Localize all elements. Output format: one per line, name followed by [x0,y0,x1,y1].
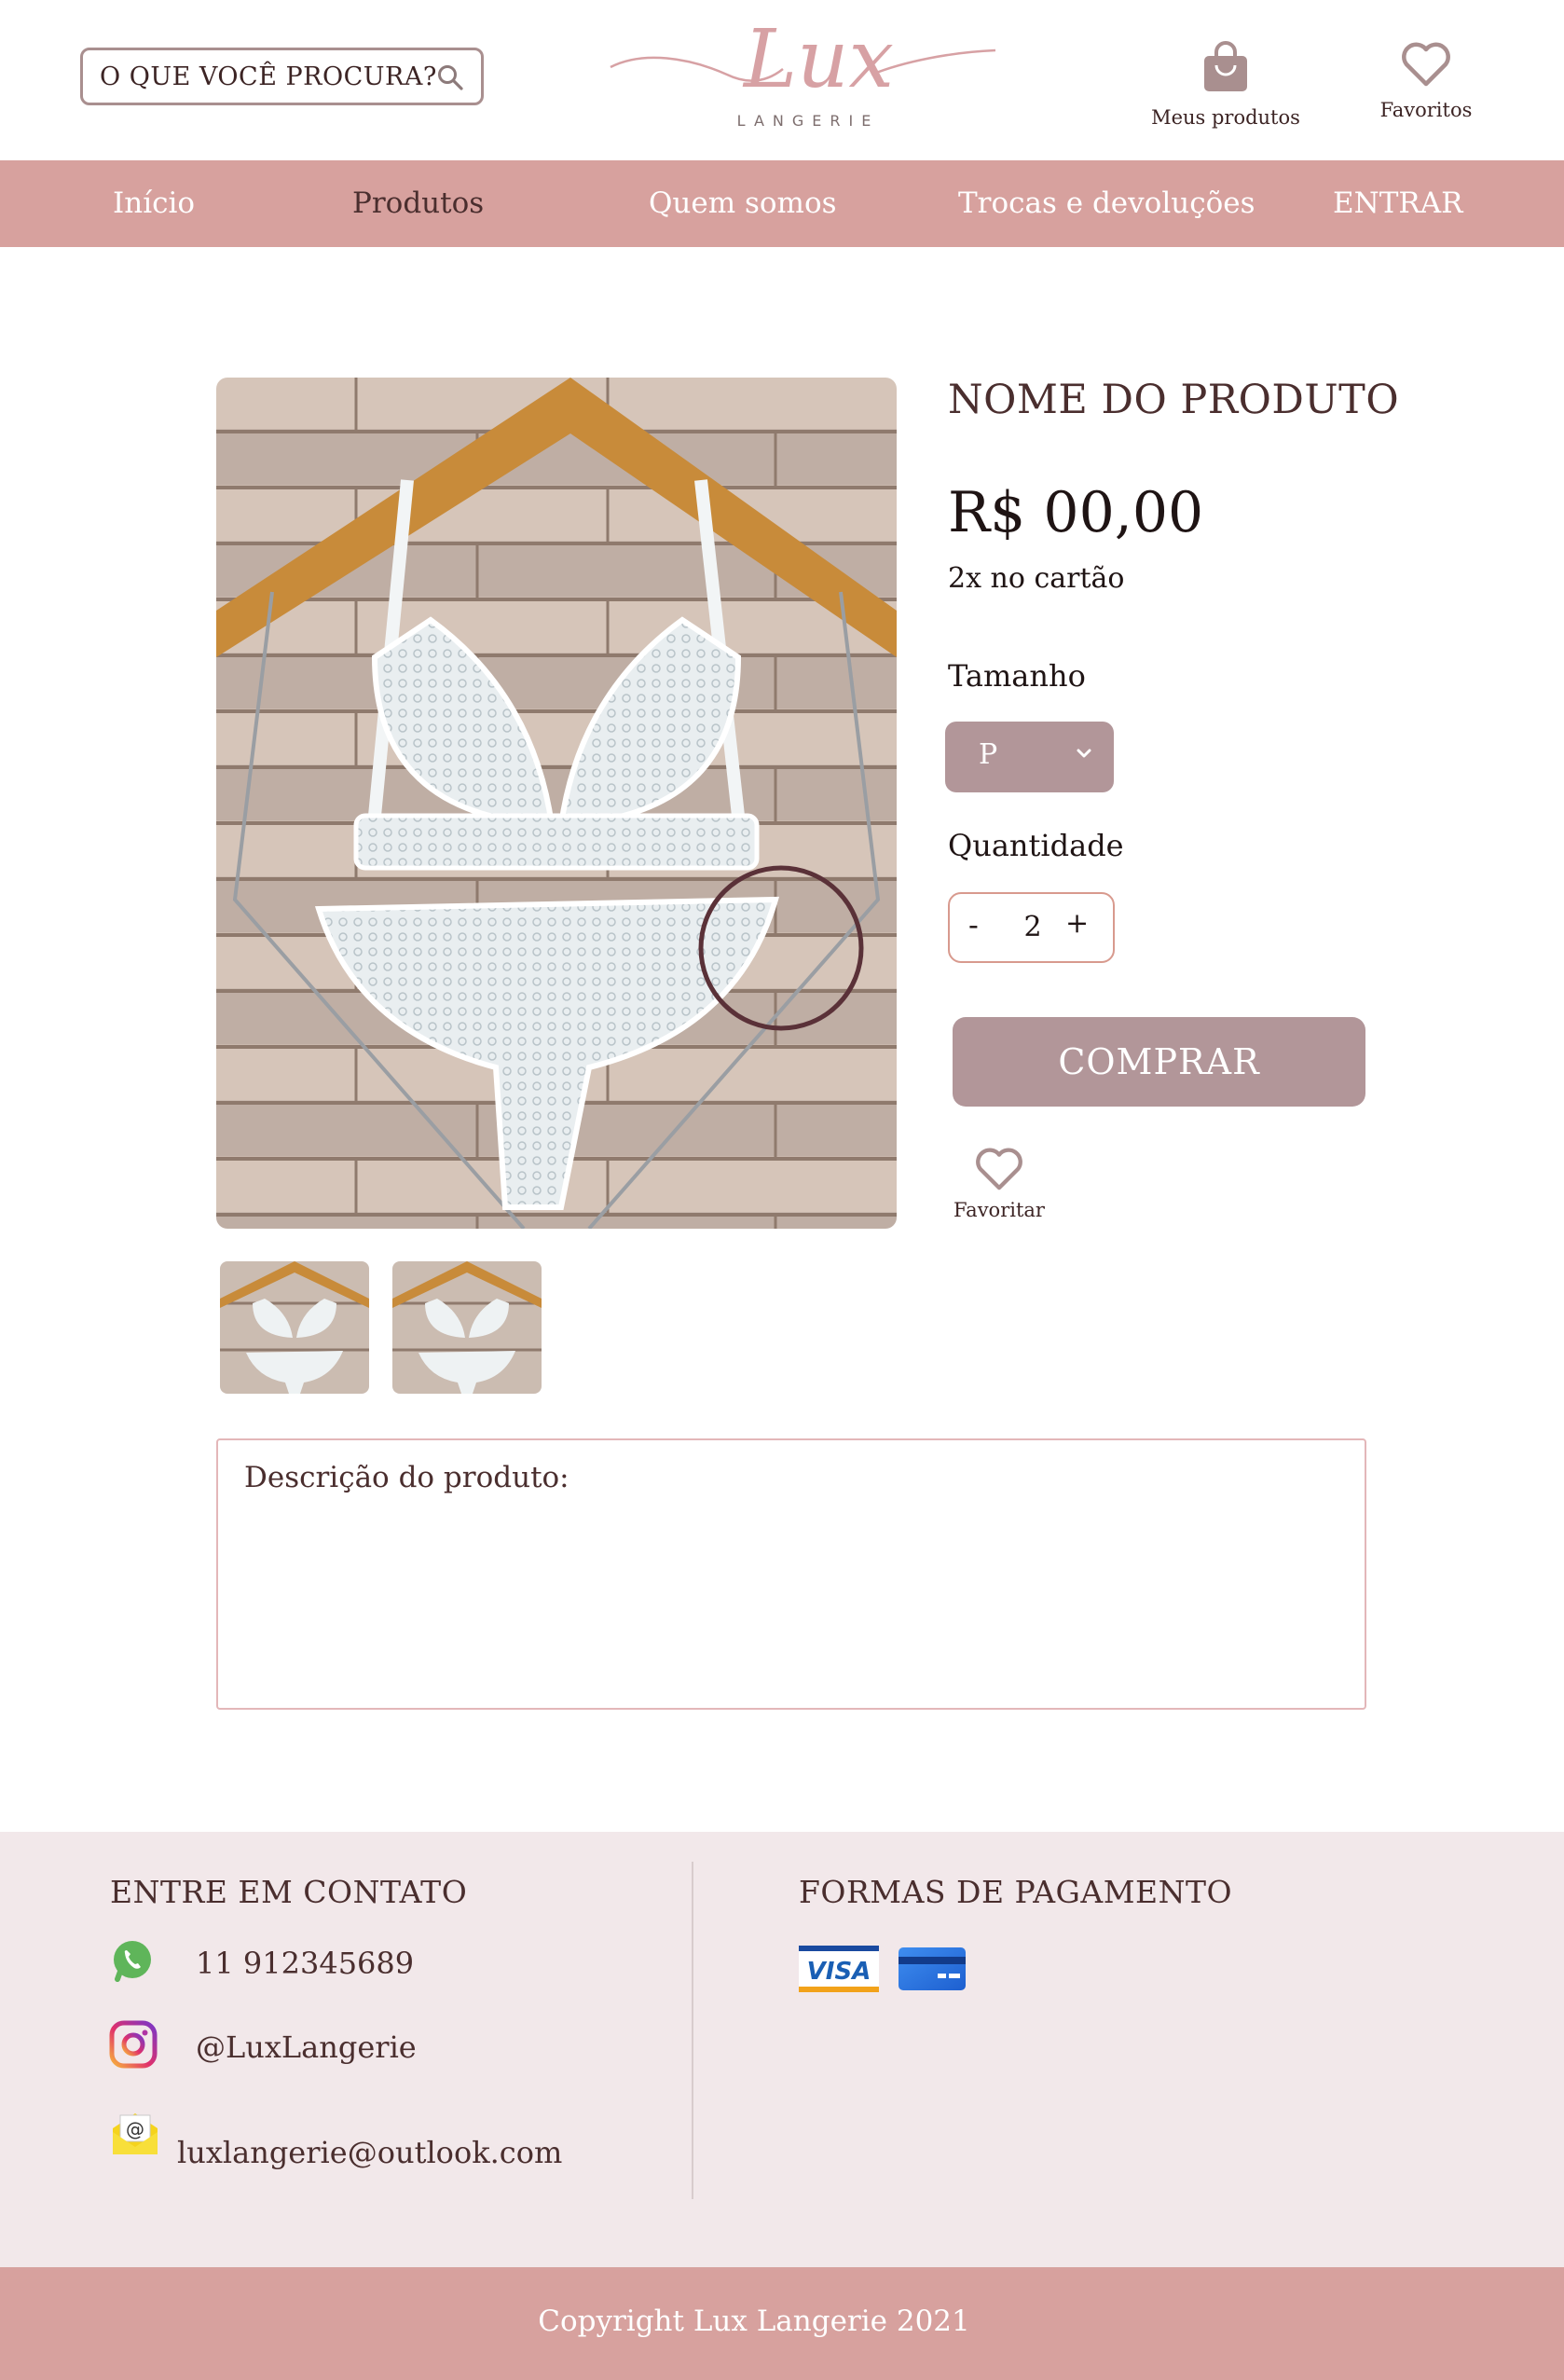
instagram-icon[interactable] [109,2020,158,2072]
copyright-bar: Copyright Lux Langerie 2021 [0,2267,1564,2380]
favorites-label: Favoritos [1379,99,1473,121]
logo-script: Lux [744,13,894,106]
quantity-increase-button[interactable]: + [1065,907,1089,940]
product-thumbnail-1[interactable] [220,1261,369,1394]
heart-icon [974,1147,1024,1195]
instagram-handle[interactable]: @LuxLangerie [196,2029,417,2065]
quantity-value[interactable]: 2 [1019,911,1047,943]
svg-text:VISA: VISA [807,1958,871,1986]
search-icon[interactable] [436,63,464,95]
product-main-image[interactable] [216,378,897,1229]
whatsapp-icon[interactable] [110,1938,155,1987]
installments-text: 2x no cartão [948,562,1125,595]
contact-title: ENTRE EM CONTATO [110,1874,468,1910]
credit-card-icon [899,1947,966,1994]
product-thumbnail-2[interactable] [392,1261,542,1394]
email-address[interactable]: luxlangerie@outlook.com [177,2135,562,2170]
site-footer: ENTRE EM CONTATO 11 912345689 @LuxLanger… [0,1832,1564,2267]
svg-text:@: @ [126,2118,144,2140]
search-input[interactable]: O QUE VOCÊ PROCURA? [80,48,484,105]
phone-number[interactable]: 11 912345689 [196,1946,414,1981]
quantity-decrease-button[interactable]: - [968,907,979,942]
shopping-bag-icon [1200,41,1251,99]
size-label: Tamanho [948,658,1086,694]
product-price: R$ 00,00 [948,480,1204,545]
nav-item-quem-somos[interactable]: Quem somos [649,160,837,247]
favorite-label: Favoritar [953,1199,1045,1221]
product-name: NOME DO PRODUTO [948,377,1400,423]
heart-icon [1400,41,1452,91]
description-title: Descrição do produto: [244,1461,569,1494]
visa-icon: VISA [799,1946,879,1996]
product-description: Descrição do produto: [216,1438,1366,1710]
brand-logo[interactable]: Lux LANGERIE [606,13,997,134]
nav-item-trocas[interactable]: Trocas e devoluções [958,160,1255,247]
main-nav: Início Produtos Quem somos Trocas e devo… [0,160,1564,247]
nav-item-entrar[interactable]: ENTRAR [1333,160,1463,247]
size-value: P [979,738,998,771]
footer-divider [692,1862,693,2199]
my-products-label: Meus produtos [1151,106,1300,129]
site-header: O QUE VOCÊ PROCURA? Lux LANGERIE Meus pr… [0,0,1564,160]
size-select[interactable]: P [945,722,1114,792]
nav-item-produtos[interactable]: Produtos [352,160,484,247]
copyright-text: Copyright Lux Langerie 2021 [538,2304,970,2338]
quantity-label: Quantidade [948,828,1124,863]
search-placeholder: O QUE VOCÊ PROCURA? [100,62,437,91]
chevron-down-icon [1075,744,1093,766]
logo-subtitle: LANGERIE [736,112,880,130]
email-icon[interactable]: @ [109,2106,161,2162]
my-products-link[interactable]: Meus produtos [1151,41,1300,129]
buy-button[interactable]: COMPRAR [953,1017,1365,1107]
quantity-stepper: - 2 + [948,892,1115,963]
nav-item-inicio[interactable]: Início [113,160,195,247]
favorite-button[interactable]: Favoritar [949,1147,1050,1221]
payment-title: FORMAS DE PAGAMENTO [799,1874,1233,1910]
favorites-link[interactable]: Favoritos [1361,41,1491,121]
